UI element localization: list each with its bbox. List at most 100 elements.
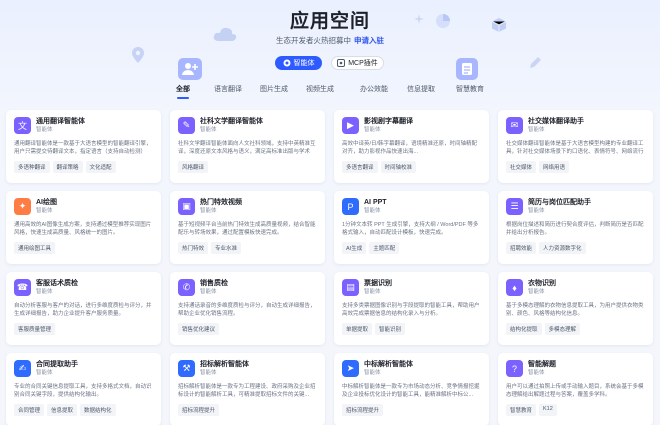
card-type: 智能体: [200, 289, 217, 295]
card-description: 中标解析智能体是一款专为市场动态分析、竞争情报挖掘及企业投标优化设计的智能工具，…: [342, 384, 480, 398]
card-tag: 合同管理: [14, 404, 45, 416]
card-tag: 结构化提取: [506, 323, 542, 335]
card-tag: 主题匹配: [369, 242, 400, 254]
card-type: 智能体: [200, 208, 217, 214]
book-icon: ✎: [178, 117, 195, 134]
card-tag: 多语言翻译: [342, 161, 378, 173]
agent-toggle-label: 智能体: [293, 60, 315, 67]
card-type: 智能体: [528, 370, 545, 376]
card-tags: 通用绘图工具: [14, 242, 153, 254]
card-description: 支持多类票据图像识别与字段提取的智能工具，帮助用户高效完成票据信息的结构化录入与…: [342, 303, 480, 317]
card-tag: 招标流程提升: [178, 404, 220, 416]
card-type: 智能体: [364, 289, 381, 295]
agent-card[interactable]: ⚒ 招标解析智能体 智能体 招标解析智能体是一款专为工程建设、政府采购及企业招标…: [170, 353, 325, 425]
agent-card[interactable]: ▣ 热门特效视频 智能体 基于短视频平台当前热门特效生成高质量视频，结合智能配乐…: [170, 191, 325, 264]
agent-card-grid: 文 通用翻译智能体 智能体 通用翻译智能体是一款基于大语言模型的智能翻译引擎，用…: [6, 110, 654, 425]
plugin-icon: [337, 59, 346, 67]
card-tags: 招标流程提升: [178, 404, 317, 416]
card-title: 社交媒体翻译助手: [528, 118, 584, 125]
tab-office-efficiency[interactable]: 办公效能: [360, 84, 388, 94]
agent-card[interactable]: ☰ 简历与岗位匹配助手 智能体 根据岗位描述和简历进行契合度评估，判断简历是否匹…: [498, 191, 653, 264]
agent-card[interactable]: P AI PPT 智能体 1分钟文本转 PPT 生成引擎，支持大纲 / Word…: [334, 191, 489, 264]
agent-card[interactable]: ✍ 合同提取助手 智能体 专业的合同关键信息提取工具，支持多格式文档，自动识别合…: [6, 353, 161, 425]
card-title: 客服话术质检: [36, 280, 78, 287]
card-description: 专业的合同关键信息提取工具，支持多格式文档，自动识别合同关键字段，提供结构化输出…: [14, 384, 152, 398]
card-description: 根据岗位描述和简历进行契合度评估，判断简历是否匹配并给出分析报告。: [506, 222, 644, 236]
agent-card[interactable]: ✉ 社交媒体翻译助手 智能体 社交媒体翻译智能体是基于大语言模型构建的专业翻译工…: [498, 110, 653, 183]
agent-card[interactable]: ✎ 社科文学翻译智能体 智能体 社科文学翻译智能体面向人文社科领域，支持中英精准…: [170, 110, 325, 183]
tab-video-generation[interactable]: 视频生成: [306, 84, 334, 94]
card-header: ☎ 客服话术质检 智能体: [14, 279, 153, 298]
card-description: 通用高效的AI图像生成方案，支持通过模型推荐实现图片风格，快速生成高质量、风格统…: [14, 222, 152, 236]
pen-icon: [526, 54, 544, 72]
agent-card[interactable]: ➤ 中标解析智能体 智能体 中标解析智能体是一款专为市场动态分析、竞争情报挖掘及…: [334, 353, 489, 425]
card-type: 智能体: [528, 127, 545, 133]
agent-card[interactable]: ? 智能解题 智能体 用户可以通过拍照上传或手动输入题目，系统会基于多模态理解给…: [498, 353, 653, 425]
card-title: 通用翻译智能体: [36, 118, 85, 125]
card-header: 文 通用翻译智能体 智能体: [14, 117, 153, 136]
card-tags: 客服质量管理: [14, 323, 153, 335]
card-type: 智能体: [200, 370, 217, 376]
apply-link[interactable]: 申请入驻: [354, 36, 384, 45]
agent-card[interactable]: ▶ 影视剧字幕翻译 智能体 高效中译英/日/韩字幕翻译，语境精准还原，时间轴精配…: [334, 110, 489, 183]
agent-card[interactable]: ✦ AI绘图 智能体 通用高效的AI图像生成方案，支持通过模型推荐实现图片风格，…: [6, 191, 161, 264]
mcp-toggle-button[interactable]: MCP插件: [331, 56, 384, 70]
card-header: ➤ 中标解析智能体 智能体: [342, 360, 481, 379]
add-user-icon: [178, 58, 202, 80]
card-type: 智能体: [364, 127, 381, 133]
agent-toggle-button[interactable]: 智能体: [275, 56, 322, 70]
card-tags: 智慧教育 K12: [506, 404, 645, 416]
card-tag: 专业水准: [211, 242, 242, 254]
card-tags: 合同管理 信息提取 数据结构化: [14, 404, 153, 416]
agent-card[interactable]: ▤ 票据识别 智能体 支持多类票据图像识别与字段提取的智能工具，帮助用户高效完成…: [334, 272, 489, 345]
tab-translation[interactable]: 语言翻译: [214, 84, 242, 94]
card-type: 智能体: [364, 208, 381, 214]
card-description: 通用翻译智能体是一款基于大语言模型的智能翻译引擎，用户只需提交待翻译文本，指定语…: [14, 141, 152, 155]
tab-smart-education[interactable]: 智慧教育: [456, 84, 484, 94]
tab-information-extraction[interactable]: 信息提取: [407, 84, 435, 94]
card-tag: 多模态理解: [544, 323, 581, 335]
agent-card[interactable]: ☎ 客服话术质检 智能体 自动分析客服与客户的对话，进行多维度质检与评分，并生成…: [6, 272, 161, 345]
card-tags: 多语种翻译 翻译策略 文化适配: [14, 161, 153, 173]
card-header: ♦ 衣物识别 智能体: [506, 279, 645, 298]
tab-all[interactable]: 全部: [176, 84, 190, 94]
card-tags: 多语言翻译 时间轴校准: [342, 161, 481, 173]
card-type: 智能体: [200, 127, 217, 133]
card-description: 社交媒体翻译智能体是基于大语言模型构建的专业翻译工具，针对社交媒体场景下的口语化…: [506, 141, 644, 155]
card-tag: 智慧教育: [506, 404, 537, 416]
card-tags: 社交媒体 网络用语: [506, 161, 645, 173]
card-tag: 智能识别: [375, 323, 406, 335]
card-header: ☰ 简历与岗位匹配助手 智能体: [506, 198, 645, 217]
card-title: 影视剧字幕翻译: [364, 118, 413, 125]
card-tag: 多语种翻译: [14, 161, 50, 173]
card-header: ▤ 票据识别 智能体: [342, 279, 481, 298]
agent-card[interactable]: ✆ 销售质检 智能体 支持通话录音的多维度质检与评分，自动生成详细报告，帮助企业…: [170, 272, 325, 345]
resume-icon: ☰: [506, 198, 523, 215]
card-title: AI绘图: [36, 199, 57, 206]
card-header: ▶ 影视剧字幕翻译 智能体: [342, 117, 481, 136]
report-icon: [456, 58, 478, 80]
card-type: 智能体: [528, 289, 545, 295]
hammer-icon: ⚒: [178, 360, 195, 377]
mcp-toggle-label: MCP插件: [348, 60, 378, 67]
agent-card[interactable]: ♦ 衣物识别 智能体 基于多模态理解的衣物信息提取工具，为用户提供衣物类别、颜色…: [498, 272, 653, 345]
agent-icon: [283, 59, 290, 67]
card-header: ✎ 社科文学翻译智能体 智能体: [178, 117, 317, 136]
card-header: ? 智能解题 智能体: [506, 360, 645, 379]
card-tag: 数据结构化: [80, 404, 116, 416]
card-description: 自动分析客服与客户的对话，进行多维度质检与评分，并生成详细报告，助力企业提升客户…: [14, 303, 152, 317]
card-tag: 招标流程提升: [342, 404, 384, 416]
card-tag: 社交媒体: [506, 161, 537, 173]
card-tag: 通用绘图工具: [14, 242, 56, 254]
card-type: 智能体: [528, 208, 545, 214]
phone-icon: ✆: [178, 279, 195, 296]
card-type: 智能体: [36, 289, 53, 295]
tab-image-generation[interactable]: 图片生成: [260, 84, 288, 94]
card-header: ✍ 合同提取助手 智能体: [14, 360, 153, 379]
doc-icon: 文: [14, 117, 31, 134]
card-tag: 翻译策略: [52, 161, 83, 173]
card-description: 支持通话录音的多维度质检与评分，自动生成详细报告，帮助企业优化销售流程。: [178, 303, 316, 317]
page-subtitle: 生态开发者火热招募中 申请入驻: [0, 35, 660, 46]
agent-card[interactable]: 文 通用翻译智能体 智能体 通用翻译智能体是一款基于大语言模型的智能翻译引擎，用…: [6, 110, 161, 183]
card-tag: 文化适配: [85, 161, 116, 173]
